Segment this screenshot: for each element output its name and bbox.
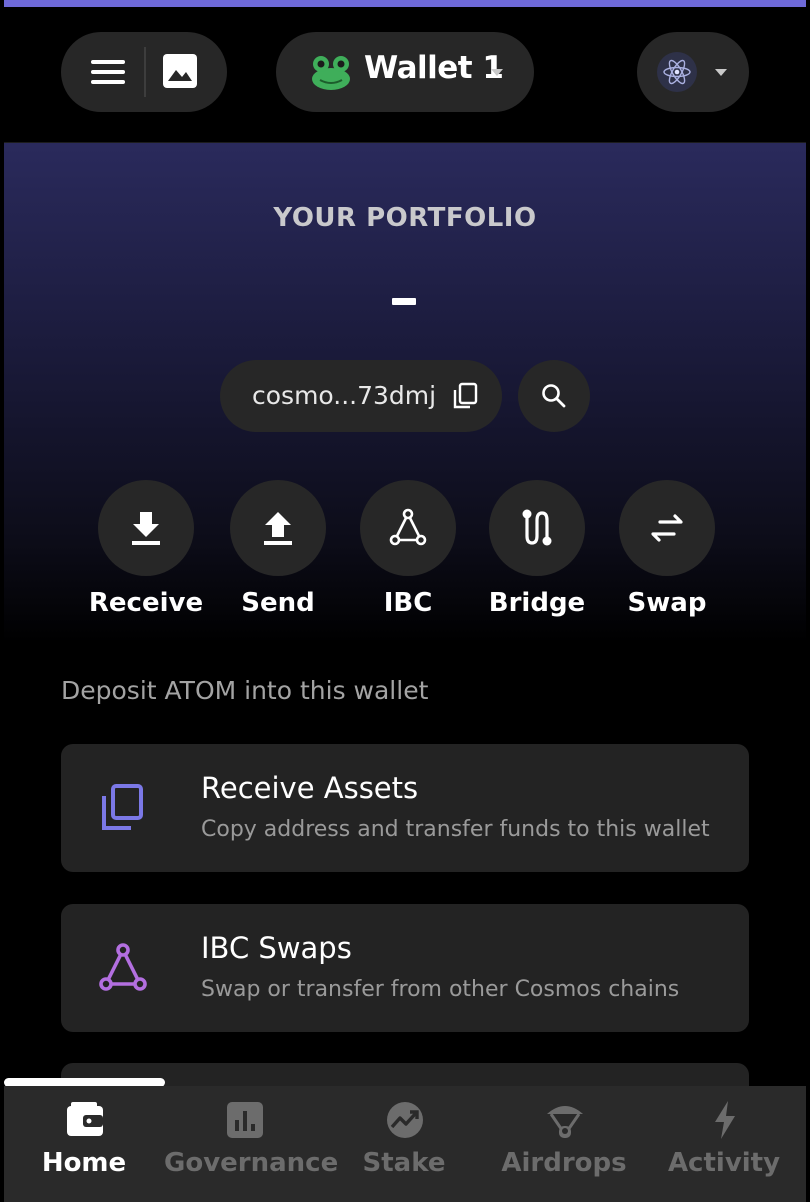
accent-top-bar (4, 0, 806, 7)
header-bar: Wallet 1 (4, 7, 806, 143)
copy-icon (102, 784, 143, 830)
app-screen: Wallet 1 YOUR PORTFOLIO cosmo...73dmj Re… (4, 0, 806, 1202)
swap-arrows-icon (651, 514, 683, 542)
menu-pill (61, 32, 227, 112)
wallet-selector[interactable]: Wallet 1 (276, 32, 534, 112)
nft-gallery-icon[interactable] (163, 54, 197, 88)
card-title: IBC Swaps (201, 931, 352, 965)
tab-label: Home (41, 1148, 127, 1178)
bridge-icon (522, 509, 552, 546)
swap-button[interactable] (619, 480, 715, 576)
card-subtitle: Copy address and transfer funds to this … (201, 817, 710, 842)
parachute-icon (547, 1106, 583, 1138)
ibc-swaps-card[interactable]: IBC Swaps Swap or transfer from other Co… (61, 904, 749, 1032)
action-receive[interactable]: Receive (81, 480, 211, 618)
wallet-name: Wallet 1 (364, 50, 504, 86)
chain-selector[interactable] (637, 32, 749, 112)
tab-governance[interactable]: Governance (164, 1086, 339, 1202)
chevron-down-icon (491, 69, 503, 76)
portfolio-label: YOUR PORTFOLIO (273, 203, 537, 233)
send-button[interactable] (230, 480, 326, 576)
action-label: Send (241, 588, 315, 618)
chevron-down-icon (715, 69, 727, 76)
portfolio-balance-placeholder (392, 298, 416, 305)
bridge-button[interactable] (489, 480, 585, 576)
portfolio-hero: YOUR PORTFOLIO cosmo...73dmj Receive Sen… (4, 143, 806, 643)
copy-icon[interactable] (452, 382, 478, 410)
ibc-triangle-icon (99, 943, 147, 991)
bar-chart-icon (227, 1102, 263, 1138)
cosmos-atom-icon (657, 52, 697, 92)
deposit-section-title: Deposit ATOM into this wallet (61, 676, 429, 705)
card-title: Receive Assets (201, 771, 419, 805)
wallet-address: cosmo...73dmj (252, 381, 437, 410)
search-address-button[interactable] (518, 360, 590, 432)
stake-trend-icon (387, 1102, 423, 1138)
action-label: Bridge (488, 588, 586, 618)
tab-airdrops[interactable]: Airdrops (484, 1086, 644, 1202)
tab-label: Stake (362, 1148, 446, 1178)
action-label: Receive (88, 588, 204, 618)
receive-button[interactable] (98, 480, 194, 576)
address-copy-pill[interactable]: cosmo...73dmj (220, 360, 502, 432)
wallet-icon (67, 1102, 103, 1136)
tab-label: Airdrops (501, 1148, 627, 1178)
ibc-button[interactable] (360, 480, 456, 576)
upload-icon (264, 512, 292, 545)
lightning-icon (715, 1101, 735, 1139)
action-label: IBC (383, 588, 433, 618)
download-icon (132, 512, 160, 545)
tab-stake[interactable]: Stake (324, 1086, 484, 1202)
action-bridge[interactable]: Bridge (472, 480, 602, 618)
hamburger-menu-icon[interactable] (91, 58, 125, 86)
action-label: Swap (627, 588, 707, 618)
frog-avatar-icon (312, 56, 350, 90)
card-subtitle: Swap or transfer from other Cosmos chain… (201, 977, 680, 1002)
action-send[interactable]: Send (213, 480, 343, 618)
divider (144, 47, 146, 97)
receive-assets-card[interactable]: Receive Assets Copy address and transfer… (61, 744, 749, 872)
bottom-tab-bar: Home Governance Stake Airdrops Activity (4, 1086, 806, 1202)
tab-label: Governance (164, 1148, 339, 1178)
tab-activity[interactable]: Activity (644, 1086, 804, 1202)
tab-label: Activity (667, 1148, 781, 1178)
ibc-triangle-icon (389, 508, 427, 546)
tab-home[interactable]: Home (4, 1086, 164, 1202)
search-icon (542, 384, 566, 408)
action-swap[interactable]: Swap (602, 480, 732, 618)
action-ibc[interactable]: IBC (343, 480, 473, 618)
